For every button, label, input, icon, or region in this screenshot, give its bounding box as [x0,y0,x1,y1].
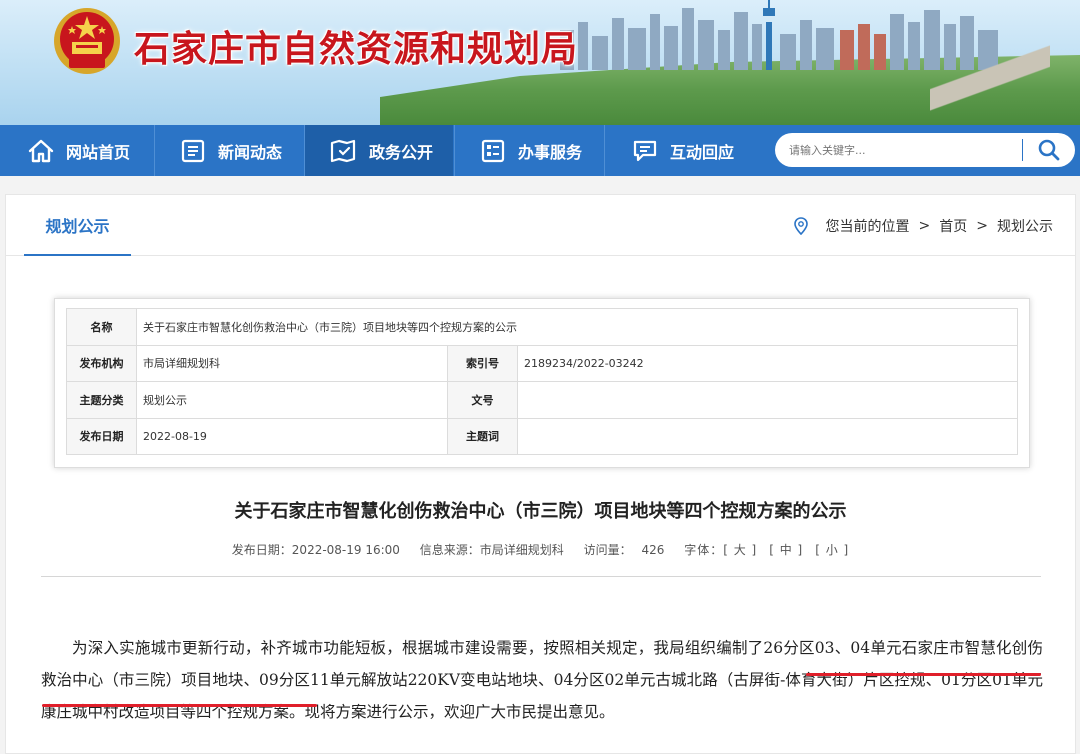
breadcrumb: 您当前的位置 > 首页 > 规划公示 [793,195,1053,256]
table-row: 发布日期 2022-08-19 主题词 [66,417,1018,455]
article-body: 为深入实施城市更新行动，补齐城市功能短板，根据城市建设需要，按照相关规定，我局组… [41,639,1043,721]
article-divider [41,576,1041,577]
site-title: 石家庄市自然资源和规划局 [134,28,579,70]
font-size-controls: 字体：[ 大 ] [ 中 ] [ 小 ] [684,543,849,557]
nav-interaction-label: 互动回应 [670,142,735,162]
search-button[interactable] [1023,133,1075,167]
table-row: 名称 关于石家庄市智慧化创伤救治中心（市三院）项目地块等四个控规方案的公示 [66,308,1018,346]
breadcrumb-prefix: 您当前的位置 [825,218,910,235]
nav-government-affairs[interactable]: 政务公开 [305,125,453,176]
font-size-medium-button[interactable]: [ 中 ] [769,543,803,557]
location-pin-icon [793,216,808,235]
meta-label-name: 名称 [66,308,137,346]
nav-news-label: 新闻动态 [218,142,283,162]
nav-home-label: 网站首页 [66,142,131,162]
nav-government-affairs-label: 政务公开 [369,142,434,162]
government-affairs-icon [330,139,356,162]
nav-home[interactable]: 网站首页 [28,125,130,176]
meta-value-org: 市局详细规划科 [136,344,448,382]
article-views-label: 访问量： [583,543,632,557]
meta-value-index: 2189234/2022-03242 [517,344,1018,382]
document-meta-table: 名称 关于石家庄市智慧化创伤救治中心（市三院）项目地块等四个控规方案的公示 发布… [66,308,1018,455]
banner-highway [930,35,1050,125]
site-banner: 石家庄市自然资源和规划局 [0,0,1080,125]
article-publish-date: 发布日期：2022-08-19 16:00 [231,543,400,557]
meta-label-category: 主题分类 [66,381,137,419]
section-header: 规划公示 您当前的位置 > 首页 > 规划公示 [6,195,1075,256]
nav-news[interactable]: 新闻动态 [180,125,282,176]
meta-value-name: 关于石家庄市智慧化创伤救治中心（市三院）项目地块等四个控规方案的公示 [136,308,1018,346]
meta-label-date: 发布日期 [66,417,137,455]
service-list-icon [481,139,505,162]
search-box [775,133,1075,167]
breadcrumb-separator: > [918,217,931,234]
meta-label-index: 索引号 [447,344,518,382]
nav-divider [454,125,455,176]
meta-label-doc-number: 文号 [447,381,518,419]
table-row: 发布机构 市局详细规划科 索引号 2189234/2022-03242 [66,344,1018,382]
meta-label-org: 发布机构 [66,344,137,382]
font-size-large-button[interactable]: [ 大 ] [723,543,757,557]
nav-divider [604,125,605,176]
meta-value-date: 2022-08-19 [136,417,448,455]
highlight-underline [42,704,317,707]
search-input[interactable] [775,135,1022,165]
nav-services-label: 办事服务 [518,142,583,162]
font-size-small-button[interactable]: [ 小 ] [815,543,849,557]
breadcrumb-separator: > [976,217,988,234]
meta-value-category: 规划公示 [136,381,448,419]
meta-value-doc-number [517,381,1018,419]
home-icon [28,139,54,162]
nav-services[interactable]: 办事服务 [480,125,582,176]
font-size-label: 字体： [684,543,724,557]
article-info-bar: 发布日期：2022-08-19 16:00 信息来源：市局详细规划科 访问量： … [6,541,1075,558]
search-icon [1038,139,1060,161]
breadcrumb-home-link[interactable]: 首页 [939,216,967,236]
content-panel: 规划公示 您当前的位置 > 首页 > 规划公示 名称 关于石家庄市智慧化创伤救治… [5,194,1076,754]
meta-label-keyword: 主题词 [447,417,518,455]
article-views-count: 426 [641,543,665,557]
nav-interaction[interactable]: 互动回应 [632,125,734,176]
article-title: 关于石家庄市智慧化创伤救治中心（市三院）项目地块等四个控规方案的公示 [234,501,847,522]
highlight-underline [806,673,1041,676]
news-icon [181,139,205,162]
article-views: 访问量： 426 [584,543,665,557]
breadcrumb-current-link[interactable]: 规划公示 [997,216,1053,236]
meta-value-keyword [517,417,1018,455]
chat-icon [633,140,657,161]
section-title: 规划公示 [24,195,131,256]
national-emblem-logo [54,8,120,74]
main-navigation: 网站首页 新闻动态 政务公开 办事服务 互动回应 [0,125,1080,176]
nav-divider [154,125,155,176]
document-meta-box: 名称 关于石家庄市智慧化创伤救治中心（市三院）项目地块等四个控规方案的公示 发布… [54,298,1030,468]
article-source: 信息来源：市局详细规划科 [419,543,564,557]
table-row: 主题分类 规划公示 文号 [66,381,1018,419]
